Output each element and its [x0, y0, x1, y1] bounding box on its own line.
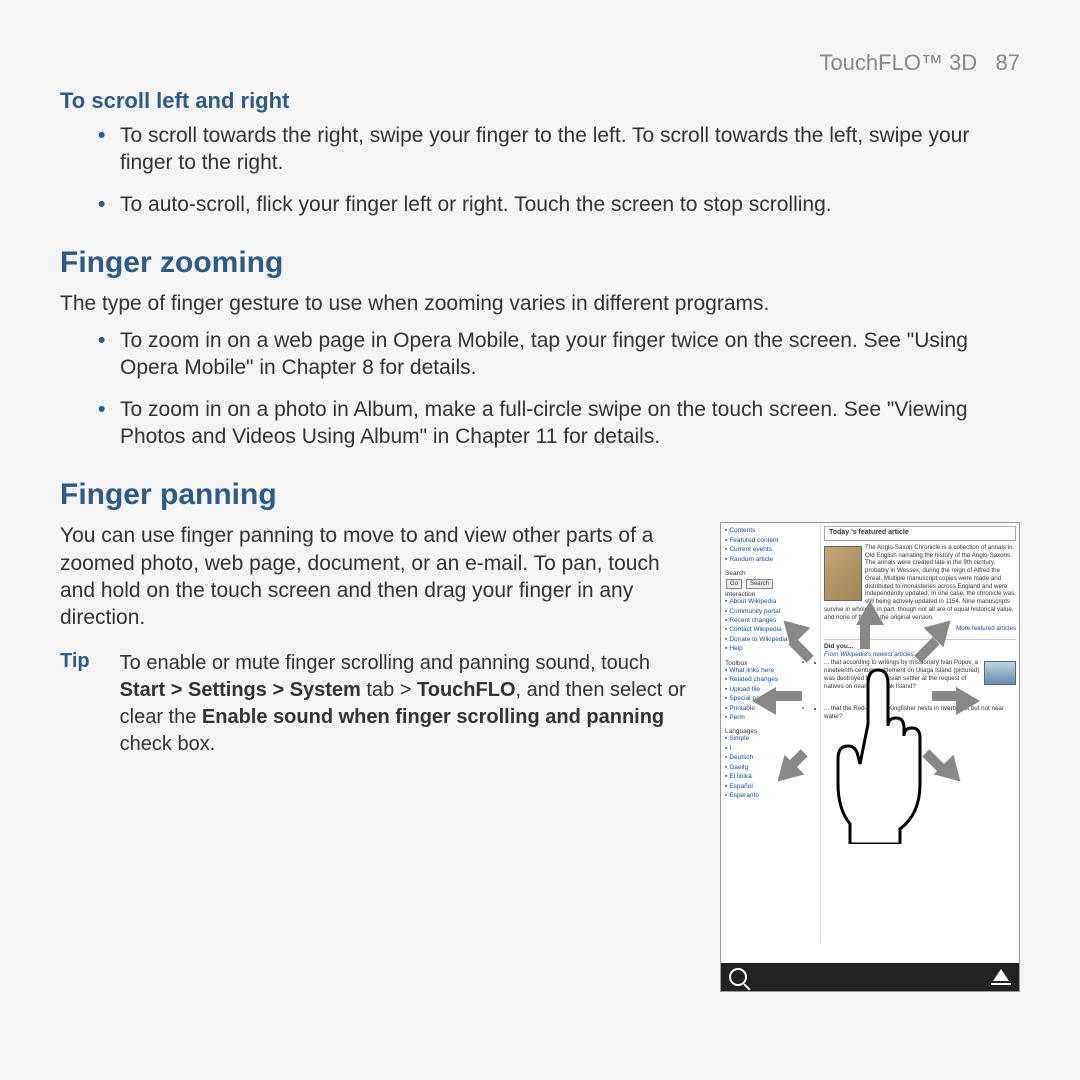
- nav-item: Deutsch: [725, 754, 816, 762]
- nav-item: Contents: [725, 527, 816, 535]
- dyk-label: Did you...: [824, 643, 853, 650]
- scroll-heading: To scroll left and right: [60, 88, 1020, 114]
- nav-item: Recent changes: [725, 617, 816, 625]
- nav-item: About Wikipedia: [725, 598, 816, 606]
- panning-heading: Finger panning: [60, 478, 1020, 512]
- tip-post: check box.: [120, 733, 216, 755]
- featured-title: Today 's featured article: [824, 526, 1016, 540]
- search-button: Search: [746, 579, 773, 589]
- page-number: 87: [996, 50, 1020, 75]
- newest-item: ... that according to writings by missio…: [824, 659, 1016, 691]
- panning-intro: You can use finger panning to move to an…: [60, 522, 696, 631]
- nav-item: Donate to Wikipedia: [725, 636, 816, 644]
- nav-item: Simple: [725, 735, 816, 743]
- nav-item: Gaeilg: [725, 764, 816, 772]
- zoom-intro: The type of finger gesture to use when z…: [60, 290, 1020, 317]
- nav-item: Random article: [725, 556, 816, 564]
- wiki-sidebar: Contents Featured content Current events…: [721, 523, 821, 943]
- nav-item: Special pages: [725, 695, 816, 703]
- nav-item: Community portal: [725, 608, 816, 616]
- zoom-bullets: To zoom in on a web page in Opera Mobile…: [60, 327, 1020, 450]
- scroll-bullet: To auto-scroll, flick your finger left o…: [120, 191, 1020, 218]
- up-icon: [991, 969, 1011, 985]
- interaction-label: Interaction: [725, 591, 816, 598]
- newest-label: From Wikipedia's newest articles:: [824, 651, 916, 658]
- more-featured-link: More featured articles: [956, 625, 1016, 632]
- tip-label: Tip: [60, 650, 90, 758]
- browser-toolbar: [721, 963, 1019, 991]
- page-header: TouchFLO™ 3D 87: [60, 50, 1020, 76]
- nav-item: Esperanto: [725, 792, 816, 800]
- nav-item: Español: [725, 783, 816, 791]
- languages-label: Languages: [725, 728, 816, 735]
- zoom-bullet: To zoom in on a web page in Opera Mobile…: [120, 327, 1020, 382]
- nav-item: Help: [725, 645, 816, 653]
- tip-pre: To enable or mute finger scrolling and p…: [120, 652, 650, 674]
- tip-mid: tab >: [361, 679, 417, 701]
- tip-text: To enable or mute finger scrolling and p…: [120, 650, 696, 758]
- search-label: Search: [725, 570, 816, 577]
- scroll-bullet: To scroll towards the right, swipe your …: [120, 122, 1020, 177]
- go-button: Go: [726, 579, 742, 589]
- zoom-bullet: To zoom in on a photo in Album, make a f…: [120, 396, 1020, 451]
- zoom-heading: Finger zooming: [60, 246, 1020, 280]
- product-name: TouchFLO™ 3D: [819, 50, 977, 75]
- nav-item: Upload file: [725, 686, 816, 694]
- tip-block: Tip To enable or mute finger scrolling a…: [60, 650, 696, 758]
- manuscript-image: [824, 546, 862, 601]
- wiki-content: Today 's featured article The Anglo-Saxo…: [821, 523, 1019, 943]
- nav-item: Perm: [725, 714, 816, 722]
- nav-item: Featured content: [725, 537, 816, 545]
- newest-item: ... that the Red-backed Kingfisher nests…: [824, 705, 1016, 721]
- tip-touchflo: TouchFLO: [417, 679, 516, 701]
- nav-item: ا: [725, 745, 816, 753]
- nav-item: Current events: [725, 546, 816, 554]
- nav-item: Contact Wikipedia: [725, 626, 816, 634]
- tip-checkbox-label: Enable sound when finger scrolling and p…: [202, 706, 664, 728]
- nav-item: Related changes: [725, 676, 816, 684]
- scroll-bullets: To scroll towards the right, swipe your …: [60, 122, 1020, 218]
- nav-item: What links here: [725, 667, 816, 675]
- magnifier-icon: [729, 968, 747, 986]
- tip-path: Start > Settings > System: [120, 679, 361, 701]
- panning-illustration: Contents Featured content Current events…: [720, 522, 1020, 992]
- nav-item: El.liniká: [725, 773, 816, 781]
